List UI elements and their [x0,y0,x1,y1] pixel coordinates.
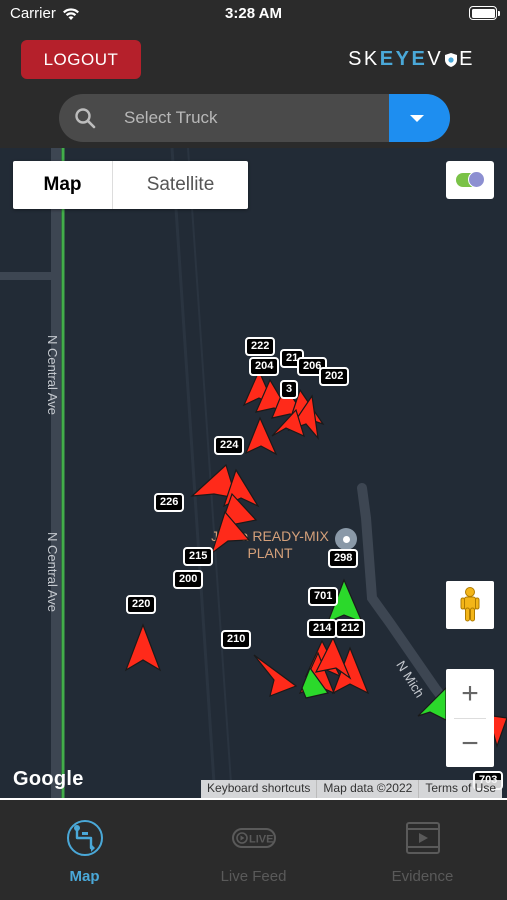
truck-label[interactable]: 222 [245,337,276,356]
brand-text-eye: EYE [379,48,428,70]
zoom-in-button[interactable]: + [446,669,494,718]
truck-label[interactable]: 202 [319,367,350,386]
map-type-map[interactable]: Map [13,161,113,209]
tab-map[interactable]: Map [0,800,169,900]
truck-marker [244,416,278,456]
truck-label[interactable]: 226 [154,493,185,512]
tab-label-live-feed: Live Feed [220,868,287,885]
battery-icon [469,6,500,20]
truck-label[interactable]: 215 [183,547,214,566]
tab-evidence[interactable]: Evidence [338,800,507,900]
truck-label[interactable]: 220 [126,595,157,614]
map-attribution: Keyboard shortcuts Map data ©2022 Terms … [201,780,502,798]
truck-label[interactable]: 200 [173,570,204,589]
brand-text-sk: SK [348,48,380,70]
logout-button[interactable]: LOGOUT [21,40,141,79]
truck-dropdown-button[interactable] [389,94,450,142]
map-type-control: Map Satellite [13,161,248,209]
zoom-out-button[interactable]: − [446,719,494,768]
brand-logo: SK EYE V E [348,48,475,71]
video-evidence-icon [401,816,445,860]
status-time: 3:28 AM [225,5,282,22]
truck-label[interactable]: 212 [335,619,366,638]
truck-marker [253,654,298,697]
live-feed-icon: LIVE [231,816,276,860]
map-view[interactable]: N Central Ave N Central Ave N Mich Jaric… [0,148,507,798]
bottom-tab-bar: Map LIVE Live Feed Evidence [0,798,507,900]
map-data-label: Map data ©2022 [316,780,418,798]
svg-text:LIVE: LIVE [249,834,273,846]
truck-label[interactable]: 214 [307,619,338,638]
truck-label[interactable]: 210 [221,630,252,649]
app-header: LOGOUT SK EYE V E Select Truck [0,28,507,148]
map-type-satellite[interactable]: Satellite [113,161,248,209]
tab-label-evidence: Evidence [391,868,454,885]
brand-text-e: E [459,48,475,70]
truck-label[interactable]: 204 [249,357,280,376]
toggle-button[interactable] [446,161,494,199]
google-logo: Google [13,768,84,790]
pegman-icon [460,587,480,622]
truck-label[interactable]: 224 [214,436,245,455]
toggle-icon [456,171,485,188]
truck-marker-green [417,686,447,721]
truck-label[interactable]: 3 [280,380,299,399]
shield-icon [445,52,458,67]
street-view-button[interactable] [446,581,494,629]
truck-label[interactable]: 701 [308,587,339,606]
search-icon [75,108,96,129]
zoom-control: + − [446,669,494,767]
brand-text-v: V [427,48,444,70]
truck-label[interactable]: 298 [328,549,359,568]
status-bar: Carrier 3:28 AM [0,0,507,28]
keyboard-shortcuts-link[interactable]: Keyboard shortcuts [201,780,316,798]
truck-select-placeholder: Select Truck [124,108,218,127]
chevron-down-icon [409,114,424,122]
terms-of-use-link[interactable]: Terms of Use [418,780,502,798]
truck-marker [124,623,162,672]
truck-markers [124,369,507,748]
tab-label-map: Map [69,868,100,885]
tab-live-feed[interactable]: LIVE Live Feed [169,800,338,900]
truck-select[interactable]: Select Truck [59,94,450,142]
map-route-icon [63,816,107,860]
